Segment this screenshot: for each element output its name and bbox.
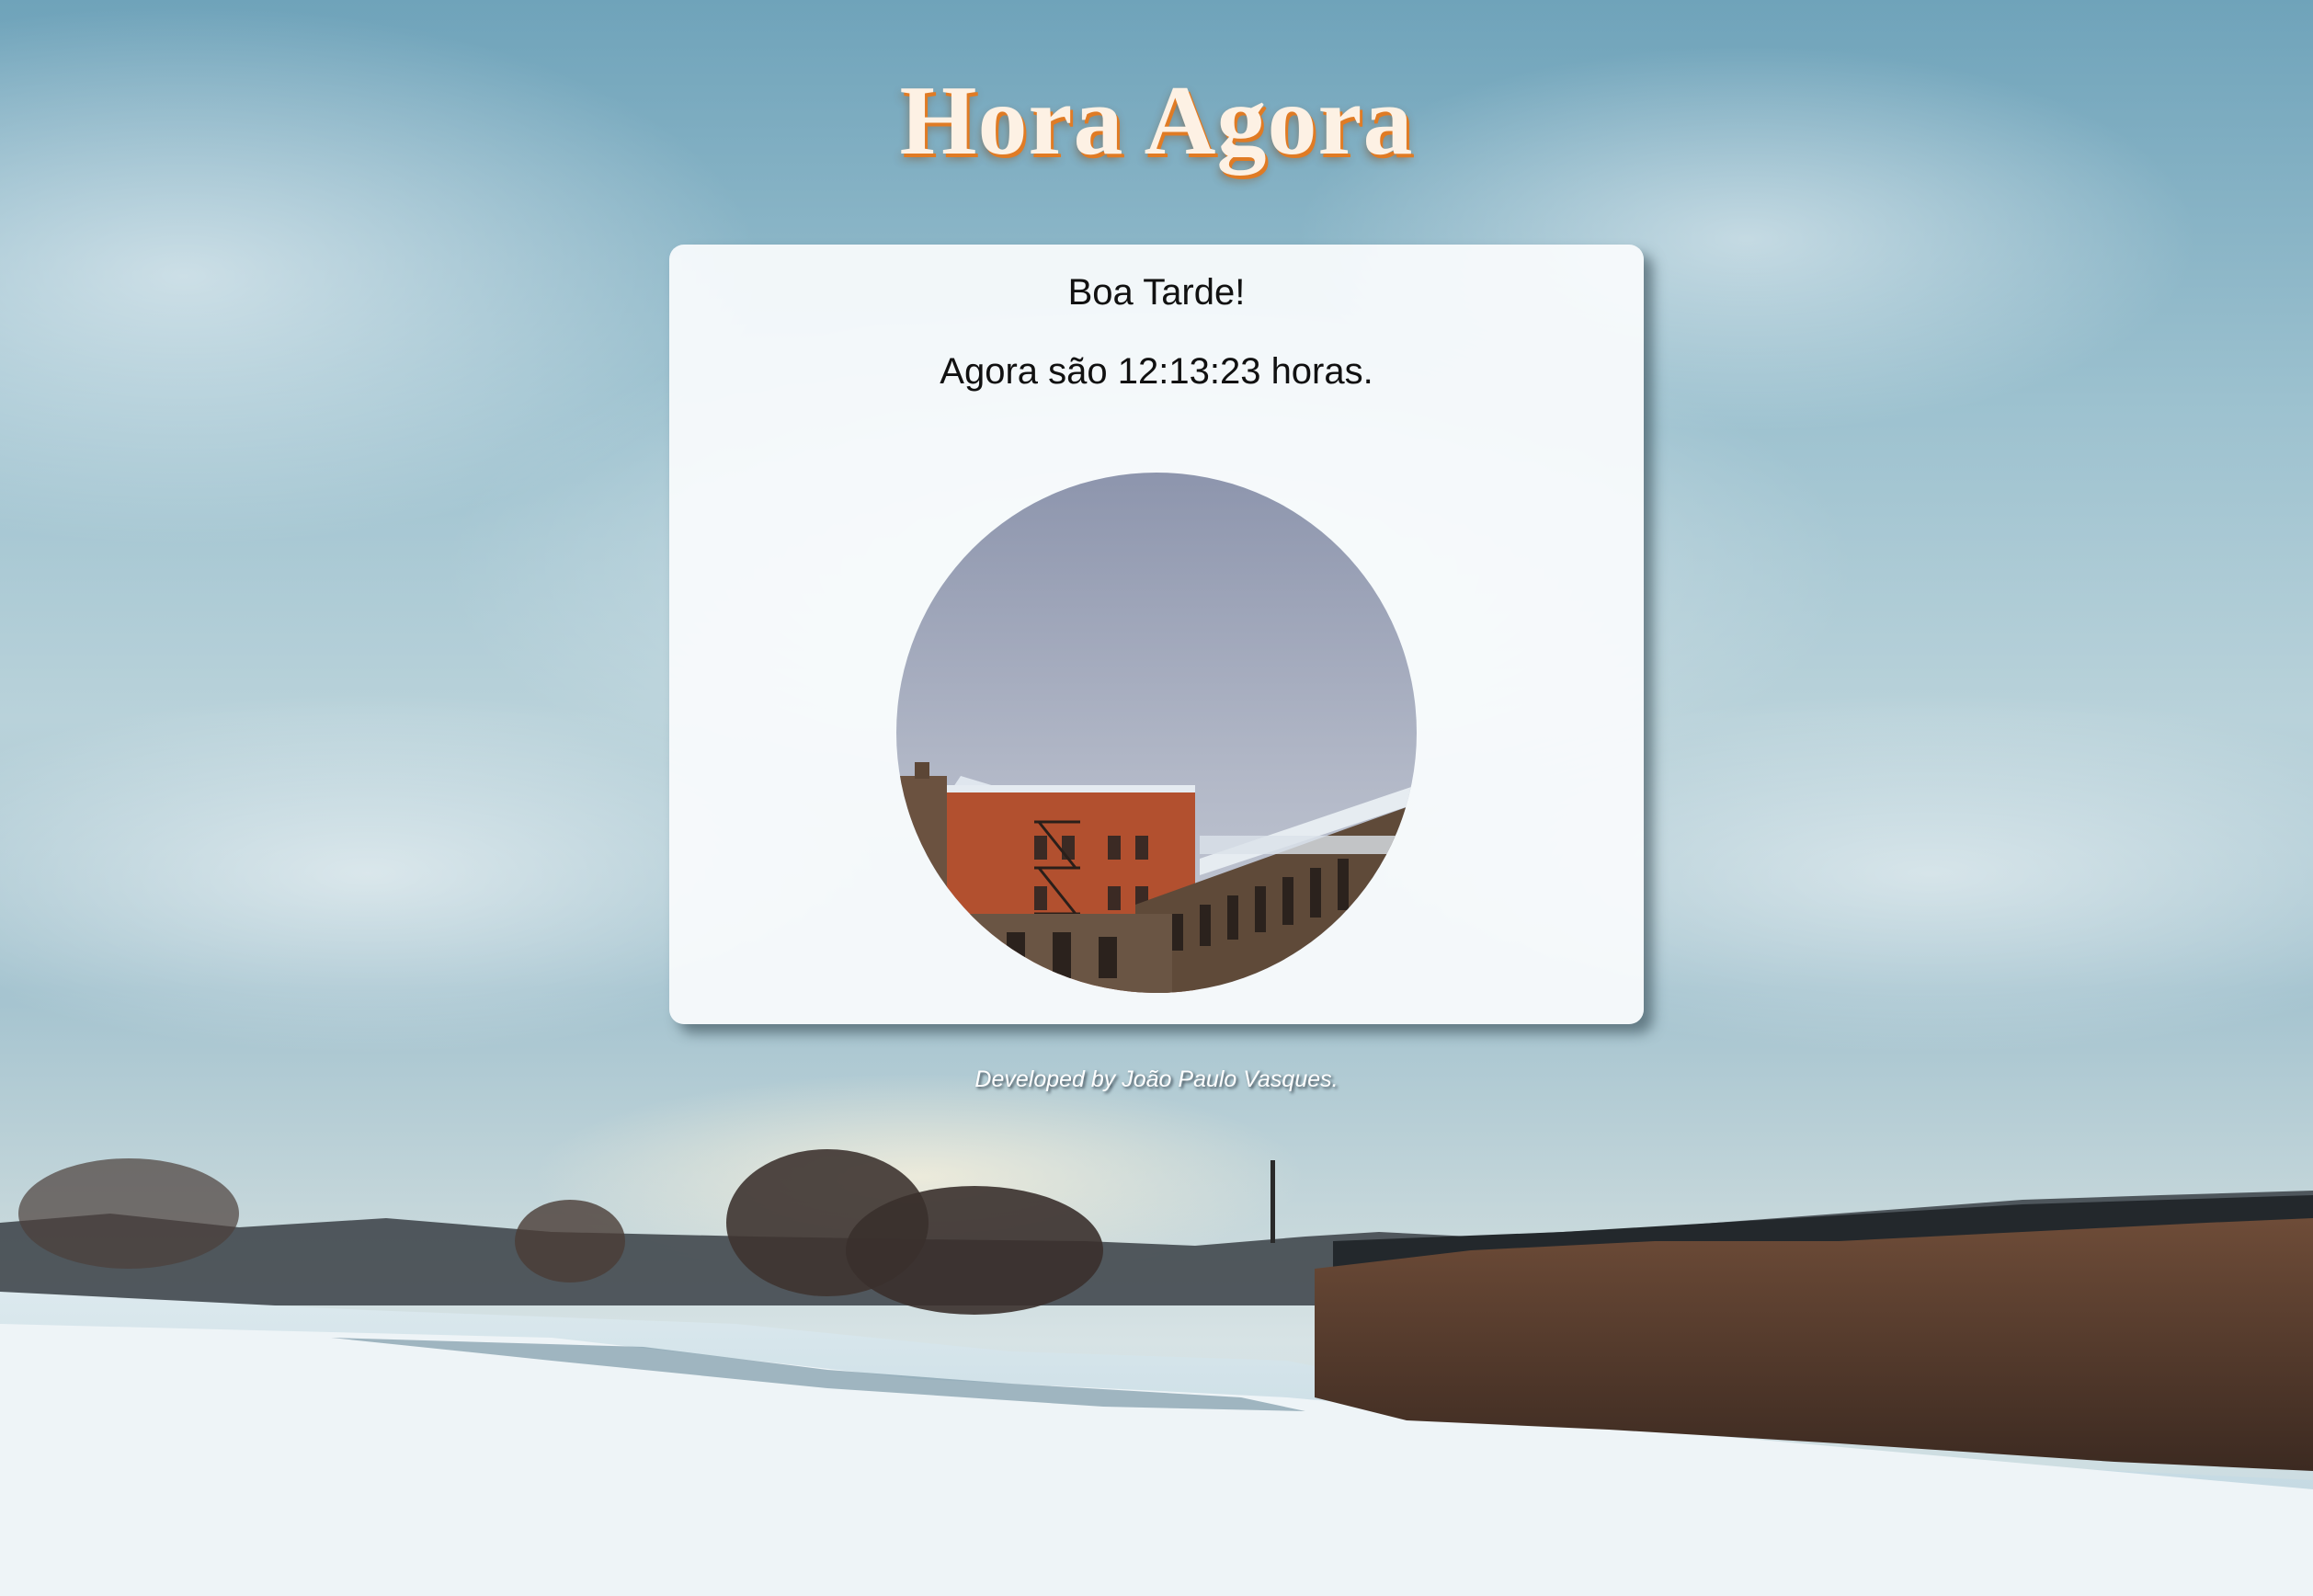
building-photo-illustration	[896, 473, 1417, 993]
developer-credit: Developed by João Paulo Vasques.	[974, 1066, 1339, 1092]
period-photo	[896, 473, 1417, 993]
clock-line: Agora são 12:13:23 horas.	[669, 351, 1644, 393]
greeting-text: Boa Tarde!	[1067, 272, 1246, 313]
clock-card: Boa Tarde! Agora são 12:13:23 horas.	[669, 245, 1644, 1024]
clock-suffix: horas.	[1270, 351, 1373, 392]
clock-time: 12:13:23	[1117, 351, 1261, 392]
clock-prefix: Agora são	[940, 351, 1108, 392]
page-title: Hora Agora	[899, 66, 1414, 176]
